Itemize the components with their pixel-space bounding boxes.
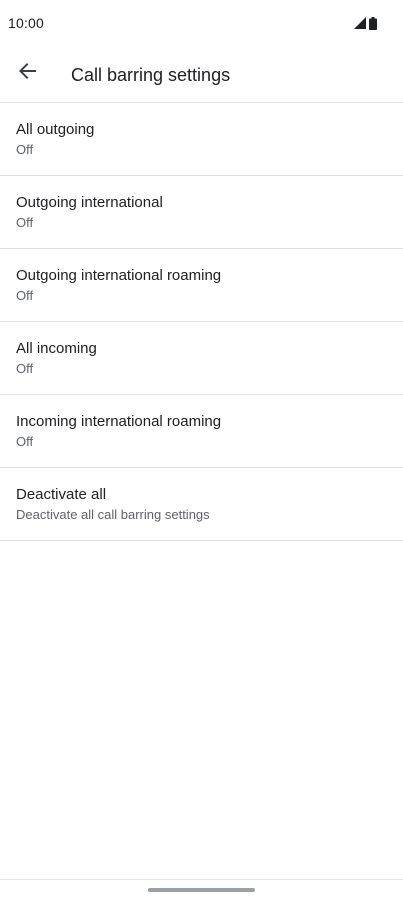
status-bar: 10:00	[0, 0, 403, 48]
signal-icon	[354, 17, 366, 29]
setting-outgoing-international[interactable]: Outgoing international Off	[0, 176, 403, 249]
back-button[interactable]	[12, 57, 44, 89]
setting-summary: Off	[16, 142, 34, 157]
setting-summary: Off	[16, 288, 34, 303]
setting-incoming-international-roaming[interactable]: Incoming international roaming Off	[0, 395, 403, 468]
setting-title: Incoming international roaming	[16, 413, 222, 430]
page-title: Call barring settings	[71, 65, 231, 85]
settings-list: All outgoing Off Outgoing international …	[0, 103, 403, 541]
setting-summary: Off	[16, 361, 34, 376]
setting-title: Deactivate all	[16, 486, 107, 503]
setting-summary: Deactivate all call barring settings	[16, 507, 210, 522]
setting-title: All outgoing	[16, 121, 95, 138]
app-bar: Call barring settings	[0, 48, 403, 103]
setting-outgoing-international-roaming[interactable]: Outgoing international roaming Off	[0, 249, 403, 322]
navigation-bar-divider	[0, 879, 403, 880]
setting-all-incoming[interactable]: All incoming Off	[0, 322, 403, 395]
setting-summary: Off	[16, 215, 34, 230]
setting-summary: Off	[16, 434, 34, 449]
setting-title: Outgoing international	[16, 194, 163, 211]
setting-deactivate-all[interactable]: Deactivate all Deactivate all call barri…	[0, 468, 403, 541]
gesture-navigation-handle[interactable]	[148, 888, 255, 892]
setting-all-outgoing[interactable]: All outgoing Off	[0, 103, 403, 176]
arrow-back-icon	[19, 62, 37, 85]
setting-title: All incoming	[16, 340, 97, 357]
status-time: 10:00	[8, 15, 45, 31]
setting-title: Outgoing international roaming	[16, 267, 222, 284]
battery-icon	[369, 16, 377, 30]
status-icons	[354, 16, 377, 30]
